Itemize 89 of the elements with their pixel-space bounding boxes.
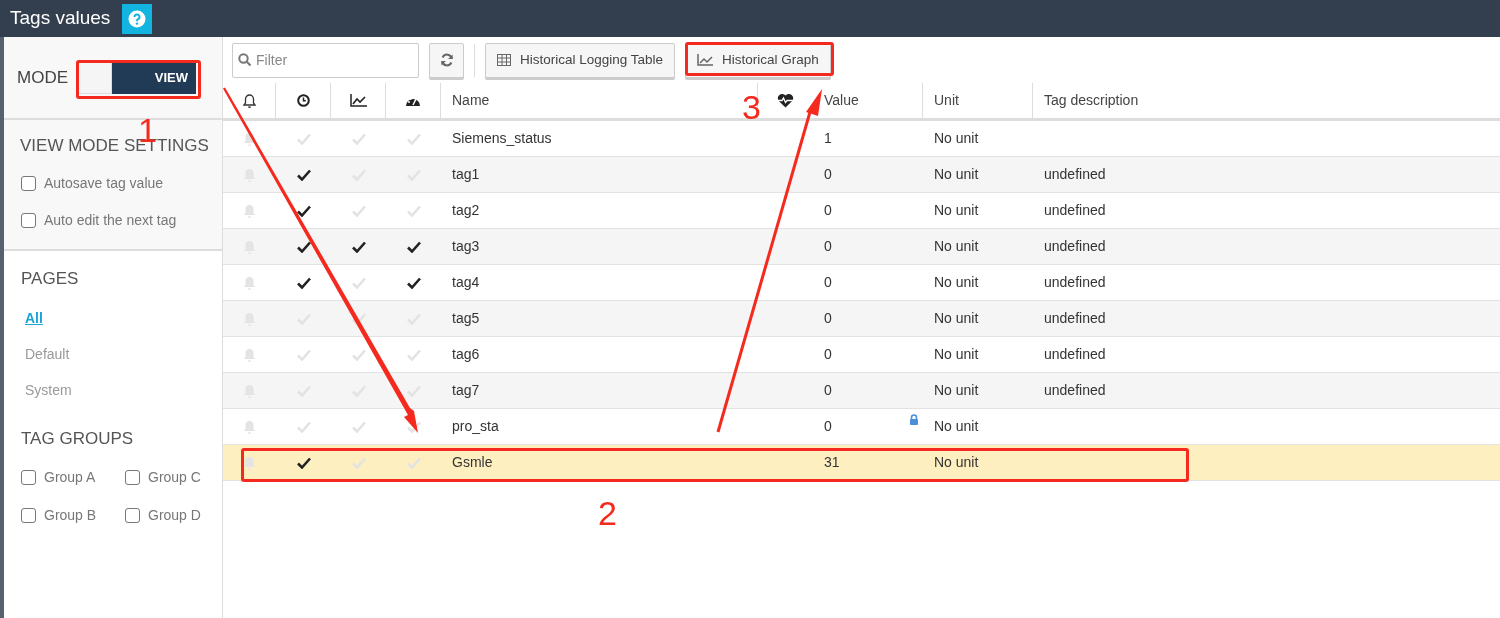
table-cell-text: Gsmle (451, 453, 494, 472)
column-header[interactable]: Name (452, 90, 490, 111)
search-icon (238, 52, 252, 67)
table-cell-text: tag7 (451, 381, 481, 400)
heart-pulse-icon (777, 93, 794, 108)
table-cell-text: undefined (1043, 165, 1107, 184)
mode-label: MODE (17, 66, 68, 89)
refresh-button[interactable] (429, 42, 464, 78)
line-chart-icon (697, 54, 714, 66)
table-cell-text: No unit (933, 417, 980, 436)
table-cell-text: 0 (824, 273, 832, 292)
column-header[interactable]: Tag description (1044, 90, 1139, 111)
table-row[interactable]: Gsmle 31 No unit (223, 445, 1500, 481)
page-title: Tags values (10, 6, 111, 31)
group-label: Group A (44, 468, 96, 487)
column-header[interactable]: Value (824, 90, 859, 111)
table-cell-text: No unit (933, 381, 980, 400)
group-label: Group D (148, 506, 201, 525)
mode-toggle[interactable]: VIEW (78, 61, 196, 94)
table-cell-text: 0 (824, 345, 832, 364)
table-cell-text: Siemens_status (451, 129, 553, 148)
table-cell-text: No unit (933, 201, 980, 220)
table-cell-text: 0 (824, 381, 832, 400)
bell-icon (242, 93, 256, 108)
table-cell-text: 0 (824, 165, 832, 184)
bell-icon (243, 203, 256, 218)
table-cell-text: undefined (1043, 273, 1107, 292)
table-row[interactable]: tag3 0 No unit undefined (223, 229, 1500, 265)
check-icon[interactable] (296, 456, 311, 469)
checkbox[interactable] (21, 470, 36, 485)
table-cell-text: undefined (1043, 309, 1107, 328)
checkbox[interactable] (21, 212, 36, 228)
bell-icon (243, 347, 256, 362)
checkbox[interactable] (21, 175, 36, 191)
table-cell-text: No unit (933, 453, 980, 472)
check-icon[interactable] (296, 204, 311, 217)
table-cell-text: tag2 (451, 201, 481, 220)
table-cell-text: No unit (933, 237, 980, 256)
check-icon[interactable] (296, 168, 311, 181)
table-cell-text: tag6 (451, 345, 481, 364)
option-label: Autosave tag value (44, 173, 164, 193)
table-cell-text: 0 (824, 201, 832, 220)
section-title: TAG GROUPS (21, 427, 135, 450)
checkbox[interactable] (125, 470, 140, 485)
table-cell-text: No unit (933, 309, 980, 328)
table-cell-text: undefined (1043, 381, 1107, 400)
table-cell-text: No unit (933, 165, 980, 184)
group-label: Group B (44, 506, 97, 525)
group-label: Group C (148, 468, 201, 487)
check-icon[interactable] (351, 240, 366, 253)
table-cell-text: undefined (1043, 345, 1107, 364)
help-button[interactable] (122, 3, 153, 34)
table-cell-text: 0 (824, 237, 832, 256)
annotation-number: 3 (742, 90, 761, 124)
section-title: PAGES (21, 268, 80, 290)
bell-icon (243, 419, 256, 434)
table-cell-text: tag4 (451, 273, 481, 292)
filter-field[interactable]: Filter (232, 42, 419, 78)
help-icon (128, 9, 147, 28)
table-cell-text: 0 (824, 309, 832, 328)
check-icon[interactable] (296, 240, 311, 253)
table-cell-text: undefined (1043, 201, 1107, 220)
column-header[interactable]: Unit (934, 90, 959, 111)
checkbox[interactable] (125, 508, 140, 523)
bell-icon (243, 455, 256, 470)
table-cell-text: undefined (1043, 237, 1107, 256)
check-icon[interactable] (406, 240, 421, 253)
table-cell-text: No unit (933, 345, 980, 364)
table-row[interactable]: tag1 0 No unit undefined (223, 157, 1500, 193)
table-cell-text: 31 (824, 453, 840, 472)
table-cell-text: pro_sta (451, 417, 500, 436)
historical-table-button[interactable]: Historical Logging Table (485, 42, 676, 78)
table-cell-text: 0 (824, 417, 832, 436)
checkbox[interactable] (21, 508, 36, 523)
check-icon[interactable] (406, 276, 421, 289)
line-chart-icon (349, 94, 367, 107)
bell-icon (243, 275, 256, 290)
table-cell-text: No unit (933, 129, 980, 148)
table-cell-text: tag1 (451, 165, 481, 184)
option-label: Auto edit the next tag (44, 210, 177, 230)
table-cell-text: No unit (933, 273, 980, 292)
table-cell-text: tag3 (451, 237, 481, 256)
table-cell-text: tag5 (451, 309, 481, 328)
table-cell-text: 1 (824, 129, 832, 148)
check-icon[interactable] (296, 276, 311, 289)
annotation-number: 2 (598, 496, 617, 530)
refresh-icon (439, 53, 454, 67)
clock-icon (296, 94, 310, 107)
table-icon (497, 54, 511, 66)
